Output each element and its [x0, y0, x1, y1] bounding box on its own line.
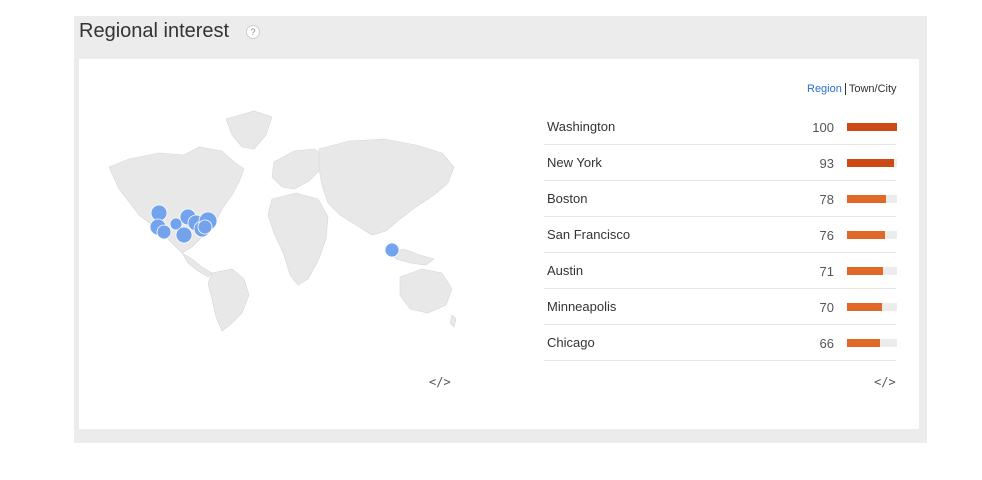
map-bubble: [384, 242, 400, 258]
region-row[interactable]: Washington 100: [544, 109, 897, 145]
region-name: Boston: [547, 191, 588, 206]
region-bar-fill: [847, 123, 897, 131]
region-bar-fill: [847, 159, 894, 167]
region-row[interactable]: San Francisco 76: [544, 217, 897, 253]
region-name: Chicago: [547, 335, 595, 350]
toggle-divider: [844, 83, 846, 96]
region-toggle[interactable]: Region: [807, 83, 842, 95]
town-city-toggle[interactable]: Town/City: [849, 83, 897, 95]
map-bubble: [175, 226, 193, 244]
africa-land: [267, 192, 329, 286]
map-bubble: [197, 219, 213, 235]
regional-interest-panel: Regional interest ? </> Region Town/City…: [74, 16, 927, 443]
asia-land: [318, 138, 455, 236]
region-bar-fill: [847, 339, 880, 347]
region-row[interactable]: Boston 78: [544, 181, 897, 217]
region-row[interactable]: New York 93: [544, 145, 897, 181]
region-bar-fill: [847, 267, 883, 275]
region-bar-track: [847, 159, 897, 167]
region-city-toggle: Region Town/City: [807, 83, 897, 96]
region-list: Washington 100 New York 93 Boston 78 San…: [544, 109, 897, 361]
map-bubble: [156, 224, 172, 240]
new-zealand-land: [449, 314, 457, 328]
region-value: 93: [819, 156, 834, 171]
region-bar-track: [847, 339, 897, 347]
help-icon[interactable]: ?: [246, 25, 260, 39]
region-name: San Francisco: [547, 227, 631, 242]
greenland-land: [225, 110, 273, 150]
region-name: Minneapolis: [547, 299, 617, 314]
region-name: Austin: [547, 263, 584, 278]
region-bar-track: [847, 267, 897, 275]
region-value: 71: [819, 264, 834, 279]
region-bar-fill: [847, 231, 885, 239]
region-bar-track: [847, 195, 897, 203]
map-bubble: [150, 204, 168, 222]
regional-card: </> Region Town/City Washington 100 New Y…: [79, 59, 919, 429]
region-bar-fill: [847, 195, 886, 203]
central-america-land: [181, 252, 213, 278]
embed-list-icon[interactable]: </>: [874, 375, 896, 389]
region-row[interactable]: Minneapolis 70: [544, 289, 897, 325]
embed-map-icon[interactable]: </>: [429, 375, 451, 389]
region-value: 70: [819, 300, 834, 315]
region-value: 78: [819, 192, 834, 207]
region-bar-track: [847, 231, 897, 239]
region-name: Washington: [547, 119, 616, 134]
section-title: Regional interest: [79, 20, 230, 42]
south-america-land: [207, 268, 250, 332]
region-row[interactable]: Chicago 66: [544, 325, 897, 361]
europe-land: [271, 148, 327, 190]
world-map[interactable]: [104, 107, 459, 332]
region-value: 100: [812, 120, 834, 135]
region-bar-track: [847, 123, 897, 131]
region-bar-track: [847, 303, 897, 311]
australia-land: [399, 268, 453, 314]
region-value: 76: [819, 228, 834, 243]
region-bar-fill: [847, 303, 882, 311]
region-name: New York: [547, 155, 602, 170]
region-value: 66: [819, 336, 834, 351]
region-row[interactable]: Austin 71: [544, 253, 897, 289]
